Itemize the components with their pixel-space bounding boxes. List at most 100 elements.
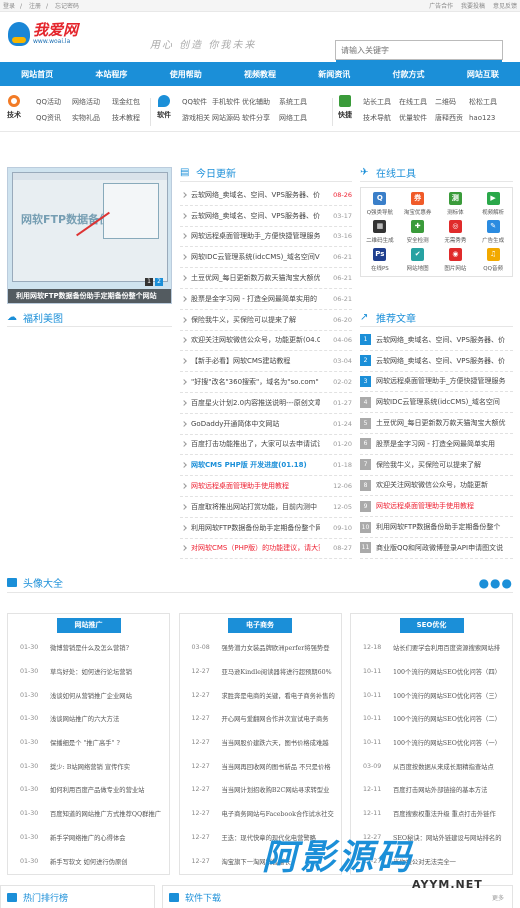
news-item-title[interactable]: 股票是金字习网 - 打造全网最简单实用的	[180, 294, 320, 304]
column-item[interactable]: 01-30 百度知道的网站推广方式推荐QQ群推广	[8, 802, 169, 826]
column-item-title[interactable]: 百度搜索权重法升级 重点打击外链作	[393, 809, 496, 818]
news-item[interactable]: 保险我牛义，买保险可以提来了解 06-20	[180, 310, 352, 331]
tool-item[interactable]: 券淘宝优惠券	[399, 192, 437, 220]
column-item-title[interactable]: 求胜奔是电商的关键，看电子商务补售的	[222, 691, 335, 700]
column-item-title[interactable]: 微博营销是什么及怎么营销?	[50, 643, 129, 652]
news-item[interactable]: 网软CMS PHP版 开发进度(01.18) 01-18	[180, 455, 352, 477]
site-logo[interactable]: 我爱网 www.woai.la	[8, 22, 78, 46]
download-more-link[interactable]: 更多	[492, 893, 504, 902]
column-item[interactable]: 01-30 浅谈如何从营销推广企业网站	[8, 683, 169, 707]
column-item[interactable]: 10-11 100个流行的网站SEO优化问答（四）	[351, 660, 512, 684]
rec-item-title[interactable]: 网软远程桌面管理助手使用教程	[376, 501, 474, 511]
column-item[interactable]: 12-27 当当网股价建跌六天，图书价格成难越	[180, 731, 341, 755]
column-item[interactable]: 10-11 100个流行的网站SEO优化问答（一）	[351, 731, 512, 755]
register-link[interactable]: 注册	[29, 3, 41, 10]
column-item-title[interactable]: 如何利用百度产品做专业的营业站	[50, 785, 144, 794]
column-item-title[interactable]: 当当网再回收网的图书新品 不只是价格	[222, 762, 331, 771]
column-item[interactable]: 12-11 百度搜索权重法升级 重点打击外链作	[351, 802, 512, 826]
news-item[interactable]: 对网软CMS（PHP版）的功能建议，请大家 08-27	[180, 539, 352, 560]
quick-link[interactable]: hao123	[469, 110, 503, 126]
news-item-title[interactable]: 网软远程桌面管理助手使用教程	[180, 481, 320, 491]
column-item[interactable]: 12-27 当当网再回收网的图书新品 不只是价格	[180, 754, 341, 778]
column-item[interactable]: 01-30 奨少: B站网络营销 宣传作实	[8, 754, 169, 778]
column-item[interactable]: 01-30 如何利用百度产品做专业的营业站	[8, 778, 169, 802]
rec-item-title[interactable]: 商业版QQ和阿政微博登录API申请图文说	[376, 543, 503, 553]
news-item[interactable]: 百度打击功能推出了，大家可以去申请试试~ 01-20	[180, 435, 352, 456]
column-tab[interactable]: 电子商务	[228, 618, 292, 633]
column-item[interactable]: 03-08 强势潜力女装品牌欧洲perfer将强势登	[180, 636, 341, 660]
quick-link[interactable]: 松松工具	[469, 94, 503, 110]
rec-item[interactable]: 2 云软网络_卖域名、空间、VPS服务器、价	[360, 351, 513, 372]
rec-item-title[interactable]: 云软网络_卖域名、空间、VPS服务器、价	[376, 335, 505, 345]
column-item[interactable]: 03-09 从百度按数据从来成长期精指查站点	[351, 754, 512, 778]
column-item[interactable]: 01-30 新手写软文 如何进行伪原创	[8, 849, 169, 873]
avatar-title[interactable]: 头像大全	[23, 575, 63, 590]
tool-item[interactable]: ✎ 广告生成	[474, 220, 512, 248]
column-item[interactable]: 12-27 求胜奔是电商的关键，看电子商务补售的	[180, 683, 341, 707]
column-item-title[interactable]: 百度知道的网站推广方式推荐QQ群推广	[50, 809, 161, 818]
column-item[interactable]: 01-30 草鸟好处：如何进行论坛营销	[8, 660, 169, 684]
news-item[interactable]: "好搜"改名"360搜索"，域名为"so.com" 02-02	[180, 372, 352, 393]
quick-link[interactable]: 二维码	[435, 94, 469, 110]
news-item[interactable]: 利用网软FTP数据备份助手定期备份整个网 09-10	[180, 518, 352, 539]
column-item[interactable]: 12-27 当当网计划招收购B2C网站寻求转型业	[180, 778, 341, 802]
news-item[interactable]: 【新手必看】网软CMS建站教程 03-04	[180, 351, 352, 373]
tool-item[interactable]: Ps 在线PS	[361, 248, 399, 276]
tool-item[interactable]: ✚ 安全检测	[399, 220, 437, 248]
slide-caption[interactable]: 利用网软FTP数据备份助手定期备份整个网站	[8, 289, 171, 303]
news-item-title[interactable]: 云软网络_卖域名、空间、VPS服务器、价格	[180, 190, 320, 200]
column-item[interactable]: 01-30 浅谈网站推广的六大方法	[8, 707, 169, 731]
quick-link[interactable]: 系统工具	[279, 94, 309, 110]
featured-slider[interactable]: 网软FTP数据备份助手 1 2 利用网软FTP数据备份助手定期备份整个网站	[7, 167, 172, 304]
news-item-title[interactable]: 百度打击功能推出了，大家可以去申请试试~	[180, 439, 320, 449]
column-item-title[interactable]: 100个流行的网站SEO优化问答（二）	[393, 714, 501, 723]
search-input[interactable]	[336, 41, 502, 59]
column-item[interactable]: 12-27 王迭：现代快章的现代化电营警略	[180, 826, 341, 850]
news-item[interactable]: 云软网络_卖域名、空间、VPS服务器、价格 03-17	[180, 206, 352, 227]
rec-item[interactable]: 1 云软网络_卖域名、空间、VPS服务器、价	[360, 330, 513, 351]
column-item-title[interactable]: 站长们要学会利用百度资源搜索网站排	[393, 643, 500, 652]
news-item[interactable]: GoDaddy开通简体中文网站 01-24	[180, 414, 352, 435]
news-item-title[interactable]: 土豆优网_每日更新数万款天猫淘宝大额优惠	[180, 273, 320, 283]
column-item-title[interactable]: 当当网股价建跌六天，图书价格成难越	[222, 738, 329, 747]
column-item-title[interactable]: 100个流行的网站SEO优化问答（一）	[393, 738, 501, 747]
column-item[interactable]: 12-27 电子商务网站与Facebook合作试水社交	[180, 802, 341, 826]
rec-item[interactable]: 4 网软IDC云管理系统(idcCMS)_域名空间	[360, 392, 513, 414]
news-item-title[interactable]: 网软CMS PHP版 开发进度(01.18)	[180, 460, 320, 470]
tool-item[interactable]: Q Q强类导航	[361, 192, 399, 220]
column-tab[interactable]: 网站推广	[56, 618, 121, 633]
news-item-title[interactable]: 利用网软FTP数据备份助手定期备份整个网	[180, 523, 320, 533]
rec-item[interactable]: 6 股票是金字习网 - 打造全网最简单实用	[360, 434, 513, 455]
column-item[interactable]: 01-30 微博营销是什么及怎么营销?	[8, 636, 169, 660]
column-item[interactable]: 12-27 SEO秘诀：网站外链建设与网站排名的	[351, 826, 512, 850]
rec-item-title[interactable]: 股票是金字习网 - 打造全网最简单实用	[376, 439, 495, 449]
quick-link[interactable]: 唐释西贡	[435, 110, 469, 126]
tool-item[interactable]: ✔ 网站地图	[399, 248, 437, 276]
column-item-title[interactable]: 强势潜力女装品牌欧洲perfer将强势登	[222, 643, 330, 652]
tool-item[interactable]: ▶ 视频解析	[474, 192, 512, 220]
column-tab[interactable]: SEO优化	[399, 618, 464, 633]
column-item-title[interactable]: 亚马逊Kindle阅读器将进行超预期60%	[222, 667, 332, 676]
quick-link[interactable]: 网络活动	[72, 94, 112, 110]
quick-link[interactable]: 技术导航	[363, 110, 399, 126]
hot-rank-title[interactable]: 热门排行榜	[23, 891, 68, 904]
column-item-title[interactable]: 百度打击网站外部链接的基本方法	[393, 785, 487, 794]
news-item-title[interactable]: 网软远程桌面管理助手_方便快捷管理服务器	[180, 231, 320, 241]
column-item[interactable]: 12-27 当你被公对无法完全一	[351, 849, 512, 873]
rec-item-title[interactable]: 欢迎关注网软微信公众号，功能更新	[376, 480, 488, 490]
quick-link[interactable]: 实物礼品	[72, 110, 112, 126]
rec-item-title[interactable]: 保险我牛义，买保险可以提来了解	[376, 460, 481, 470]
quick-link[interactable]: QQ软件	[182, 94, 212, 110]
column-item-title[interactable]: 从百度按数据从来成长期精指查站点	[393, 762, 494, 771]
news-item[interactable]: 土豆优网_每日更新数万款天猫淘宝大额优惠 06-21	[180, 268, 352, 289]
news-item-title[interactable]: 百度星火计划2.0内容推送说明---原创文章	[180, 398, 320, 408]
column-item-title[interactable]: 100个流行的网站SEO优化问答（四）	[393, 667, 501, 676]
column-item[interactable]: 12-27 亚马逊Kindle阅读器将进行超预期60%	[180, 660, 341, 684]
news-item[interactable]: 网软远程桌面管理助手使用教程 12-06	[180, 476, 352, 497]
rec-item[interactable]: 9 网软远程桌面管理助手使用教程	[360, 496, 513, 518]
column-item[interactable]: 12-27 开心网与爱翻网合作并次宣试电子商务	[180, 707, 341, 731]
column-item-title[interactable]: 保播细是个 "推广高手" ?	[50, 738, 120, 747]
quick-link[interactable]: 站长工具	[363, 94, 399, 110]
column-item-title[interactable]: 浅谈网站推广的六大方法	[50, 714, 119, 723]
nav-item-video[interactable]: 视频教程	[223, 62, 297, 86]
